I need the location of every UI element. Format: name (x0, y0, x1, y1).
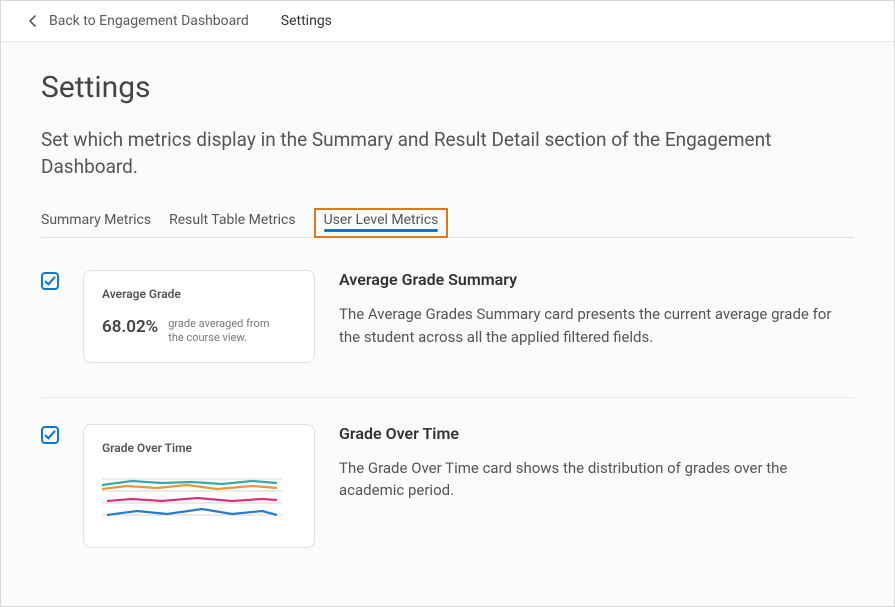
tab-result-table-metrics[interactable]: Result Table Metrics (169, 208, 295, 237)
checkbox-grade-over-time[interactable] (41, 426, 59, 444)
metric-title: Average Grade Summary (339, 270, 854, 289)
metric-text: Average Grade Summary The Average Grades… (339, 270, 854, 348)
breadcrumb-current: Settings (281, 13, 332, 29)
tabs: Summary Metrics Result Table Metrics Use… (41, 208, 854, 238)
preview-card-average-grade: Average Grade 68.02% grade averaged from… (83, 270, 315, 363)
breadcrumb-back-link[interactable]: Back to Engagement Dashboard (49, 13, 249, 29)
preview-card-grade-over-time: Grade Over Time (83, 424, 315, 548)
check-icon (44, 276, 56, 286)
metric-title: Grade Over Time (339, 424, 854, 443)
preview-title: Grade Over Time (102, 441, 296, 455)
tab-active-indicator (324, 229, 439, 232)
metric-row-average-grade: Average Grade 68.02% grade averaged from… (41, 270, 854, 398)
preview-title: Average Grade (102, 287, 296, 301)
settings-content: Settings Set which metrics display in th… (1, 42, 894, 601)
tab-label: User Level Metrics (324, 212, 439, 228)
page-description: Set which metrics display in the Summary… (41, 127, 801, 180)
preview-value: 68.02% (102, 317, 158, 337)
breadcrumb: Back to Engagement Dashboard Settings (1, 1, 894, 42)
preview-subtext: grade averaged from the course view. (168, 317, 278, 346)
metric-text: Grade Over Time The Grade Over Time card… (339, 424, 854, 502)
page-title: Settings (41, 70, 854, 105)
tab-summary-metrics[interactable]: Summary Metrics (41, 208, 151, 237)
metric-description: The Grade Over Time card shows the distr… (339, 457, 854, 502)
tab-user-level-metrics[interactable]: User Level Metrics (314, 208, 449, 238)
metric-row-grade-over-time: Grade Over Time Grade Over Time The Grad… (41, 424, 854, 582)
line-chart-icon (102, 471, 282, 527)
checkbox-average-grade[interactable] (41, 272, 59, 290)
check-icon (44, 430, 56, 440)
metric-description: The Average Grades Summary card presents… (339, 303, 854, 348)
chevron-left-icon[interactable] (25, 13, 41, 29)
